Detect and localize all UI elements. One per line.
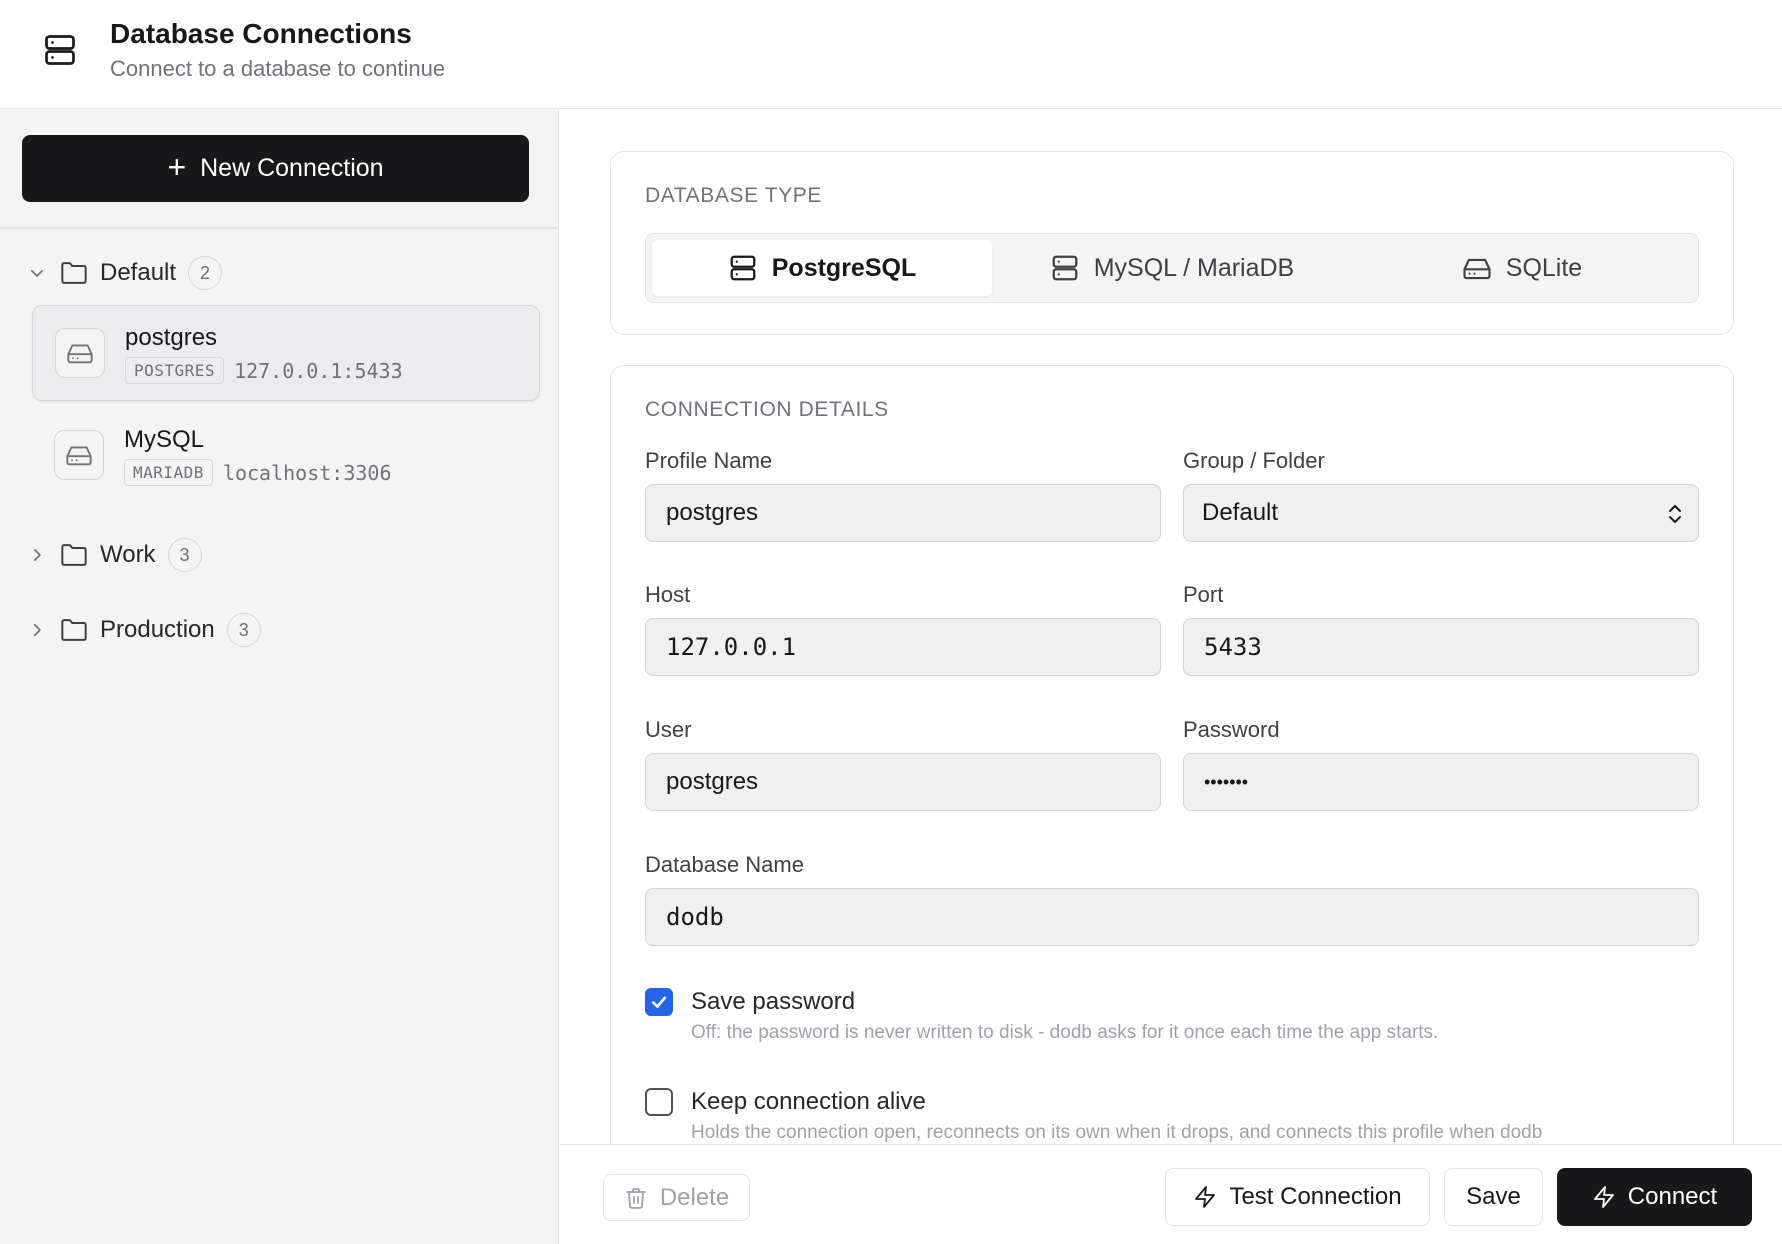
password-input[interactable]: ••••••• [1183,753,1699,811]
test-connection-button[interactable]: Test Connection [1165,1168,1430,1226]
save-button[interactable]: Save [1444,1168,1543,1226]
footer-actions: Delete Test Connection Save Connect [560,1144,1782,1244]
chevron-right-icon [26,544,48,566]
profile-name-label: Profile Name [645,448,773,473]
connection-details-card: CONNECTION DETAILS Profile Name postgres… [610,365,1734,1144]
group-count-badge: 3 [226,613,261,647]
group-count-badge: 3 [167,538,202,572]
save-password-row: Save password [645,988,855,1016]
hard-drive-icon [54,430,104,480]
group-folder-value: Default [1202,499,1279,526]
chevron-right-icon [26,619,48,641]
group-work[interactable]: Work 3 [26,535,202,575]
page-subtitle: Connect to a database to continue [110,56,446,81]
app-header: Database Connections Connect to a databa… [0,0,1782,109]
test-connection-label: Test Connection [1229,1183,1402,1210]
delete-label: Delete [659,1183,730,1211]
keep-alive-row: Keep connection alive [645,1088,926,1116]
group-folder-label: Group / Folder [1183,448,1325,473]
zap-icon [1195,1186,1216,1208]
connect-label: Connect [1627,1183,1718,1210]
server-icon [45,35,75,65]
hard-drive-icon [1463,258,1491,280]
sidebar-divider [0,227,558,229]
folder-icon [61,262,87,284]
new-connection-button[interactable]: + New Connection [22,135,529,202]
keep-alive-checkbox[interactable] [645,1088,673,1116]
trash-icon [625,1187,646,1209]
connection-kind-badge: MARIADB [124,459,213,486]
port-label: Port [1183,582,1224,607]
host-label: Host [645,582,691,607]
database-type-selector: PostgreSQL MySQL / MariaDB SQLite [645,233,1699,303]
connection-address: localhost:3306 [222,460,392,485]
connect-button[interactable]: Connect [1557,1168,1752,1226]
group-production[interactable]: Production 3 [26,610,261,650]
save-label: Save [1466,1183,1521,1210]
db-type-mysql[interactable]: MySQL / MariaDB [1002,240,1342,296]
group-count-badge: 2 [188,256,223,290]
connection-address: 127.0.0.1:5433 [234,358,403,383]
folder-icon [61,619,87,641]
connection-name: MySQL [124,426,205,453]
server-icon [730,255,756,281]
group-folder-select[interactable]: Default [1183,484,1699,542]
save-password-label: Save password [691,988,856,1015]
db-type-label: SQLite [1505,253,1583,282]
database-name-label: Database Name [645,852,804,877]
group-default[interactable]: Default 2 [26,253,223,293]
connection-item-postgres[interactable]: postgres POSTGRES 127.0.0.1:5433 [32,305,540,401]
plus-icon: + [167,149,187,185]
connection-meta: MARIADB localhost:3306 [124,459,392,486]
group-name: Production [100,616,215,643]
keep-alive-help: Holds the connection open, reconnects on… [691,1122,1543,1143]
group-name: Default [100,259,177,286]
keep-alive-label: Keep connection alive [691,1088,926,1115]
connection-kind-badge: POSTGRES [125,357,225,384]
port-input[interactable]: 5433 [1183,618,1699,676]
database-name-input[interactable]: dodb [645,888,1699,946]
save-password-help: Off: the password is never written to di… [691,1022,1439,1043]
main-panel: DATABASE TYPE PostgreSQL MySQL / MariaDB [560,109,1782,1144]
connection-details-title: CONNECTION DETAILS [645,398,889,421]
host-input[interactable]: 127.0.0.1 [645,618,1161,676]
check-icon [651,996,667,1008]
database-type-title: DATABASE TYPE [645,184,823,207]
chevron-up-down-icon [1669,505,1681,523]
group-name: Work [100,541,156,568]
db-type-label: PostgreSQL [771,253,917,282]
delete-button[interactable]: Delete [603,1174,750,1221]
connection-item-mysql[interactable]: MySQL MARIADB localhost:3306 [32,408,540,504]
user-input[interactable]: postgres [645,753,1161,811]
sidebar: + New Connection Default 2 postgres POST… [0,109,559,1244]
zap-icon [1593,1186,1614,1208]
password-label: Password [1183,717,1280,742]
profile-name-input[interactable]: postgres [645,484,1161,542]
user-label: User [645,717,692,742]
chevron-down-icon [26,262,48,284]
save-password-checkbox[interactable] [645,988,673,1016]
folder-icon [61,544,87,566]
new-connection-label: New Connection [200,154,384,182]
page-title: Database Connections [110,18,412,49]
db-type-sqlite[interactable]: SQLite [1352,240,1692,296]
db-type-postgresql[interactable]: PostgreSQL [652,240,992,296]
server-icon [1052,255,1078,281]
hard-drive-icon [55,328,105,378]
db-type-label: MySQL / MariaDB [1093,253,1295,282]
connection-meta: POSTGRES 127.0.0.1:5433 [125,357,403,384]
database-type-card: DATABASE TYPE PostgreSQL MySQL / MariaDB [610,151,1734,335]
connection-name: postgres [125,324,218,351]
